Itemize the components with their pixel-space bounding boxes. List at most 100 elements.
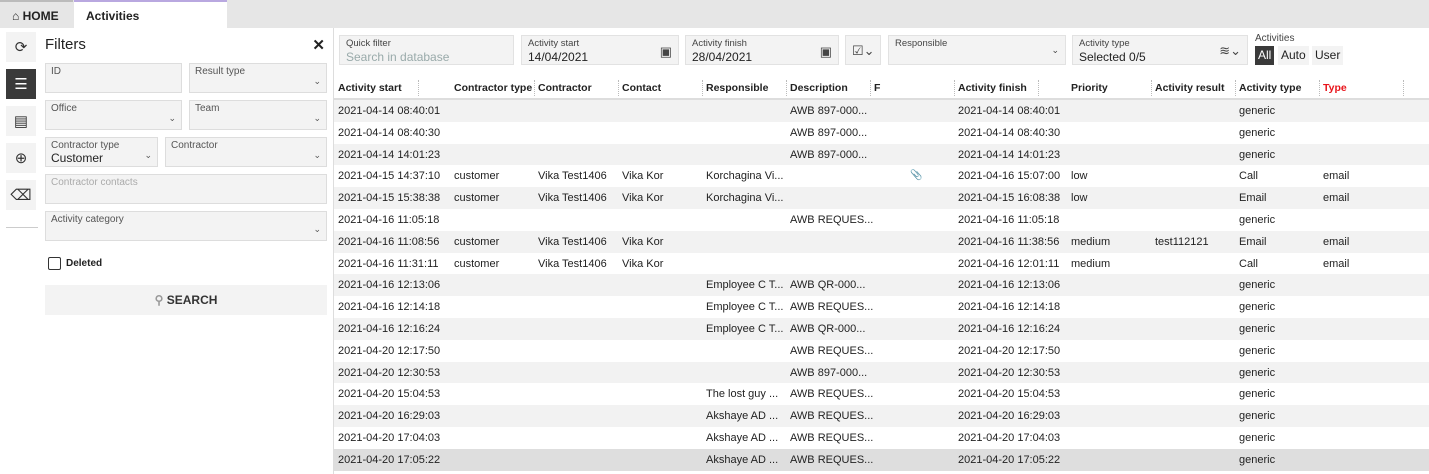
attachment-icon[interactable]: 📎 [910, 170, 922, 181]
segment-auto[interactable]: Auto [1278, 46, 1309, 65]
cell-activity-type: generic [1239, 431, 1276, 444]
filter-sliders-icon[interactable]: ☰ [6, 69, 36, 99]
column-resize-handle[interactable] [870, 80, 871, 96]
table-row[interactable]: 2021-04-15 15:38:38 customer Vika Test1406… [334, 187, 1429, 209]
cell-priority: medium [1071, 257, 1111, 270]
column-header-activity-type[interactable]: Activity type [1239, 82, 1301, 94]
column-resize-handle[interactable] [534, 80, 535, 96]
activity-category-label: Activity category [51, 214, 124, 225]
id-label: ID [51, 66, 61, 77]
cell-activity-result: test112121 [1155, 235, 1209, 248]
column-header-type[interactable]: Type [1323, 82, 1347, 94]
column-resize-handle[interactable] [418, 80, 419, 96]
contractor-type-select[interactable]: Contractor type Customer ⌄ [45, 137, 158, 167]
date-preset-button[interactable]: ☑⌄ [845, 35, 881, 65]
cell-activity-finish: 2021-04-16 15:07:00 [958, 170, 1061, 183]
segment-all[interactable]: All [1255, 46, 1275, 65]
activity-finish-label: Activity finish [692, 38, 747, 49]
deleted-checkbox[interactable] [48, 257, 61, 270]
calendar-icon[interactable]: ▣ [660, 44, 672, 60]
office-select[interactable]: Office ⌄ [45, 100, 182, 130]
sidebar-divider [6, 227, 38, 228]
column-header-activity-finish[interactable]: Activity finish [958, 82, 1027, 94]
close-icon[interactable]: ✕ [312, 36, 325, 54]
table-row[interactable]: 2021-04-20 12:30:53 AWB 897-000... 2021-04… [334, 361, 1429, 384]
cell-contact: Vika Kor [622, 192, 664, 205]
table-row[interactable]: 2021-04-20 16:29:03 Akshaye AD ... AWB REQ… [334, 405, 1429, 427]
tab-activities[interactable]: Activities [74, 0, 227, 28]
spreadsheet-icon[interactable]: ▤ [6, 106, 36, 136]
table-row[interactable]: 2021-04-14 08:40:30 AWB 897-000... 2021-04… [334, 122, 1429, 144]
contractor-select[interactable]: Contractor ⌄ [165, 137, 327, 167]
column-header-contractor[interactable]: Contractor [538, 82, 592, 94]
table-row[interactable]: 2021-04-16 11:08:56 customer Vika Test1406… [334, 230, 1429, 253]
search-button[interactable]: ⚲ SEARCH [45, 285, 327, 315]
table-row[interactable]: 2021-04-16 11:31:11 customer Vika Test1406… [334, 253, 1429, 275]
eraser-icon[interactable]: ⌫ [6, 180, 36, 210]
chevron-down-icon: ⌄ [313, 150, 321, 160]
search-icon: ⚲ [154, 293, 164, 307]
table-row[interactable]: 2021-04-20 17:04:03 Akshaye AD ... AWB REQ… [334, 427, 1429, 449]
table-row[interactable]: 2021-04-14 08:40:01 AWB 897-000... 2021-04… [334, 100, 1429, 122]
tab-home-label: HOME [22, 9, 59, 23]
cell-responsible: Akshaye AD ... [706, 453, 779, 466]
id-field[interactable]: ID [45, 63, 182, 93]
cell-priority: low [1071, 170, 1088, 183]
cell-activity-type: generic [1239, 366, 1276, 379]
team-select[interactable]: Team ⌄ [189, 100, 327, 130]
table-row[interactable]: 2021-04-16 11:05:18 AWB REQUES... 2021-04-… [334, 209, 1429, 231]
tab-home[interactable]: ⌂ HOME [0, 0, 73, 28]
quick-filter-placeholder: Search in database [346, 50, 450, 64]
result-type-select[interactable]: Result type ⌄ [189, 63, 327, 93]
column-header-contractor-type[interactable]: Contractor type [454, 82, 532, 94]
cell-activity-finish: 2021-04-15 16:08:38 [958, 192, 1061, 205]
table-row[interactable]: 2021-04-15 14:37:10 customer Vika Test1406… [334, 165, 1429, 187]
cell-activity-start: 2021-04-14 08:40:01 [338, 105, 441, 117]
responsible-select[interactable]: Responsible ⌄ [888, 35, 1066, 65]
column-header-f[interactable]: F [874, 82, 880, 94]
column-header-contact[interactable]: Contact [622, 82, 661, 94]
table-row[interactable]: 2021-04-14 14:01:23 AWB 897-000... 2021-04… [334, 143, 1429, 166]
column-header-activity-result[interactable]: Activity result [1155, 82, 1224, 94]
cell-activity-start: 2021-04-15 14:37:10 [338, 170, 441, 183]
activity-finish-date[interactable]: Activity finish 28/04/2021 ▣ [685, 35, 839, 65]
table-row[interactable]: 2021-04-20 15:04:53 The lost guy ... AWB R… [334, 383, 1429, 405]
table-row[interactable]: 2021-04-16 12:16:24 Employee C T... AWB QR… [334, 317, 1429, 340]
activity-category-select[interactable]: Activity category ⌄ [45, 211, 327, 241]
column-resize-handle[interactable] [618, 80, 619, 96]
column-resize-handle[interactable] [1151, 80, 1152, 96]
cell-activity-type: generic [1239, 344, 1276, 357]
column-resize-handle[interactable] [786, 80, 787, 96]
quick-filter-label: Quick filter [346, 38, 391, 49]
table-row[interactable]: 2021-04-20 17:05:22 Akshaye AD ... AWB REQ… [334, 448, 1429, 471]
table-row[interactable]: 2021-04-16 12:13:06 Employee C T... AWB QR… [334, 274, 1429, 297]
column-resize-handle[interactable] [1403, 80, 1404, 96]
column-resize-handle[interactable] [702, 80, 703, 96]
calendar-icon[interactable]: ▣ [820, 44, 832, 60]
activity-type-select[interactable]: Activity type Selected 0/5 ≋⌄ [1072, 35, 1248, 65]
cell-contractor: Vika Test1406 [538, 170, 607, 183]
chevron-down-icon: ⌄ [313, 224, 321, 234]
table-row[interactable]: 2021-04-20 12:17:50 AWB REQUES... 2021-04-… [334, 340, 1429, 362]
cell-contractor-type: customer [454, 192, 500, 205]
cell-activity-start: 2021-04-16 12:14:18 [338, 301, 441, 314]
column-header-responsible[interactable]: Responsible [706, 82, 768, 94]
cell-activity-start: 2021-04-20 12:30:53 [338, 366, 441, 379]
column-header-activity-start[interactable]: Activity start [338, 82, 402, 94]
refresh-icon[interactable]: ⟳ [6, 32, 36, 62]
table-row[interactable]: 2021-04-16 12:14:18 Employee C T... AWB RE… [334, 296, 1429, 318]
column-resize-handle[interactable] [954, 80, 955, 96]
contractor-contacts-field[interactable]: Contractor contacts [45, 174, 327, 204]
column-resize-handle[interactable] [1038, 80, 1039, 96]
column-header-priority[interactable]: Priority [1071, 82, 1108, 94]
add-circle-icon[interactable]: ⊕ [6, 143, 36, 173]
column-resize-handle[interactable] [1235, 80, 1236, 96]
activities-grid: Activity start Contractor type Contractor C… [334, 76, 1429, 471]
cell-activity-start: 2021-04-15 15:38:38 [338, 192, 441, 205]
column-header-description[interactable]: Description [790, 82, 848, 94]
activity-start-date[interactable]: Activity start 14/04/2021 ▣ [521, 35, 679, 65]
cell-type: email [1323, 192, 1350, 205]
column-resize-handle[interactable] [1319, 80, 1320, 96]
segment-user[interactable]: User [1312, 46, 1344, 65]
quick-filter-input[interactable]: Quick filter Search in database [339, 35, 514, 65]
